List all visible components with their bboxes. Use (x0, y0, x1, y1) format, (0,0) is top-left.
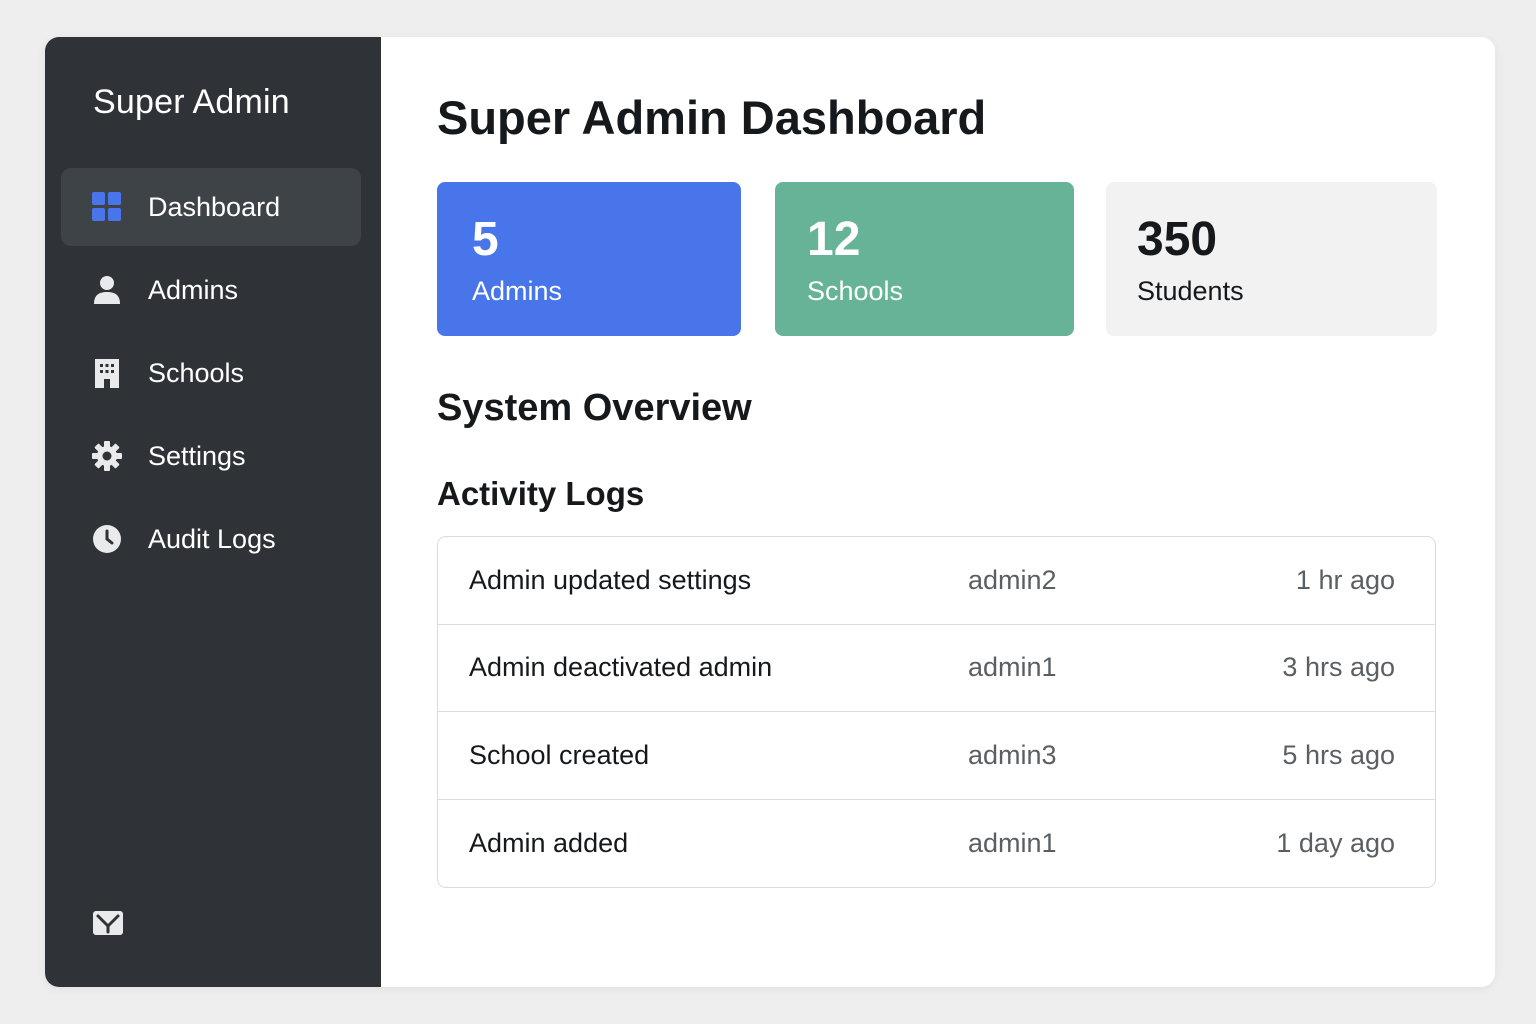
sidebar-item-dashboard[interactable]: Dashboard (61, 168, 361, 246)
log-time: 3 hrs ago (1282, 652, 1395, 683)
log-user: admin3 (968, 739, 1057, 770)
system-overview-heading: System Overview (437, 387, 752, 429)
sidebar-item-label: Dashboard (148, 191, 281, 222)
stat-card-admins[interactable]: 5 Admins (437, 182, 741, 336)
gear-icon (92, 441, 122, 471)
table-row[interactable]: Admin added admin1 1 day ago (438, 800, 1435, 888)
log-user: admin1 (968, 652, 1057, 683)
clock-icon (92, 524, 122, 554)
sidebar-nav: Dashboard Admins Schools Settings Audit … (61, 168, 361, 583)
building-icon (92, 358, 122, 388)
app-window: Super Admin Dashboard Admins Schools Set… (45, 37, 1495, 987)
sidebar-item-label: Audit Logs (148, 523, 276, 554)
log-user: admin1 (968, 827, 1057, 858)
table-row[interactable]: School created admin3 5 hrs ago (438, 712, 1435, 800)
table-row[interactable]: Admin deactivated admin admin1 3 hrs ago (438, 625, 1435, 712)
stat-label: Students (1137, 276, 1244, 306)
sidebar-item-settings[interactable]: Settings (61, 417, 361, 495)
log-time: 1 day ago (1276, 827, 1395, 858)
mail-icon[interactable] (92, 907, 124, 939)
log-user: admin2 (968, 564, 1057, 595)
dashboard-grid-icon (92, 192, 122, 222)
activity-log-table: Admin updated settings admin2 1 hr ago A… (437, 536, 1436, 888)
stat-label: Schools (807, 276, 904, 306)
log-action: Admin updated settings (469, 564, 752, 595)
page-title: Super Admin Dashboard (437, 91, 987, 144)
sidebar-item-label: Admins (148, 274, 239, 305)
stat-value: 350 (1137, 213, 1218, 266)
sidebar: Super Admin Dashboard Admins Schools Set… (45, 37, 381, 987)
sidebar-item-admins[interactable]: Admins (61, 251, 361, 329)
user-icon (92, 275, 122, 305)
log-time: 5 hrs ago (1282, 739, 1395, 770)
log-action: School created (469, 739, 650, 770)
sidebar-item-schools[interactable]: Schools (61, 334, 361, 412)
stat-value: 12 (807, 213, 861, 266)
sidebar-item-label: Settings (148, 440, 246, 471)
sidebar-item-audit-logs[interactable]: Audit Logs (61, 500, 361, 578)
stat-label: Admins (472, 276, 563, 306)
main-content: Super Admin Dashboard 5 Admins 12 School… (381, 37, 1495, 987)
log-action: Admin deactivated admin (469, 652, 773, 683)
table-row[interactable]: Admin updated settings admin2 1 hr ago (438, 537, 1435, 625)
activity-logs-heading: Activity Logs (437, 475, 645, 512)
sidebar-item-label: Schools (148, 357, 245, 388)
stat-card-schools[interactable]: 12 Schools (775, 182, 1074, 336)
stat-value: 5 (472, 213, 499, 266)
stat-card-students[interactable]: 350 Students (1106, 182, 1437, 336)
brand-title: Super Admin (93, 83, 290, 121)
log-time: 1 hr ago (1295, 564, 1395, 595)
log-action: Admin added (469, 827, 629, 858)
